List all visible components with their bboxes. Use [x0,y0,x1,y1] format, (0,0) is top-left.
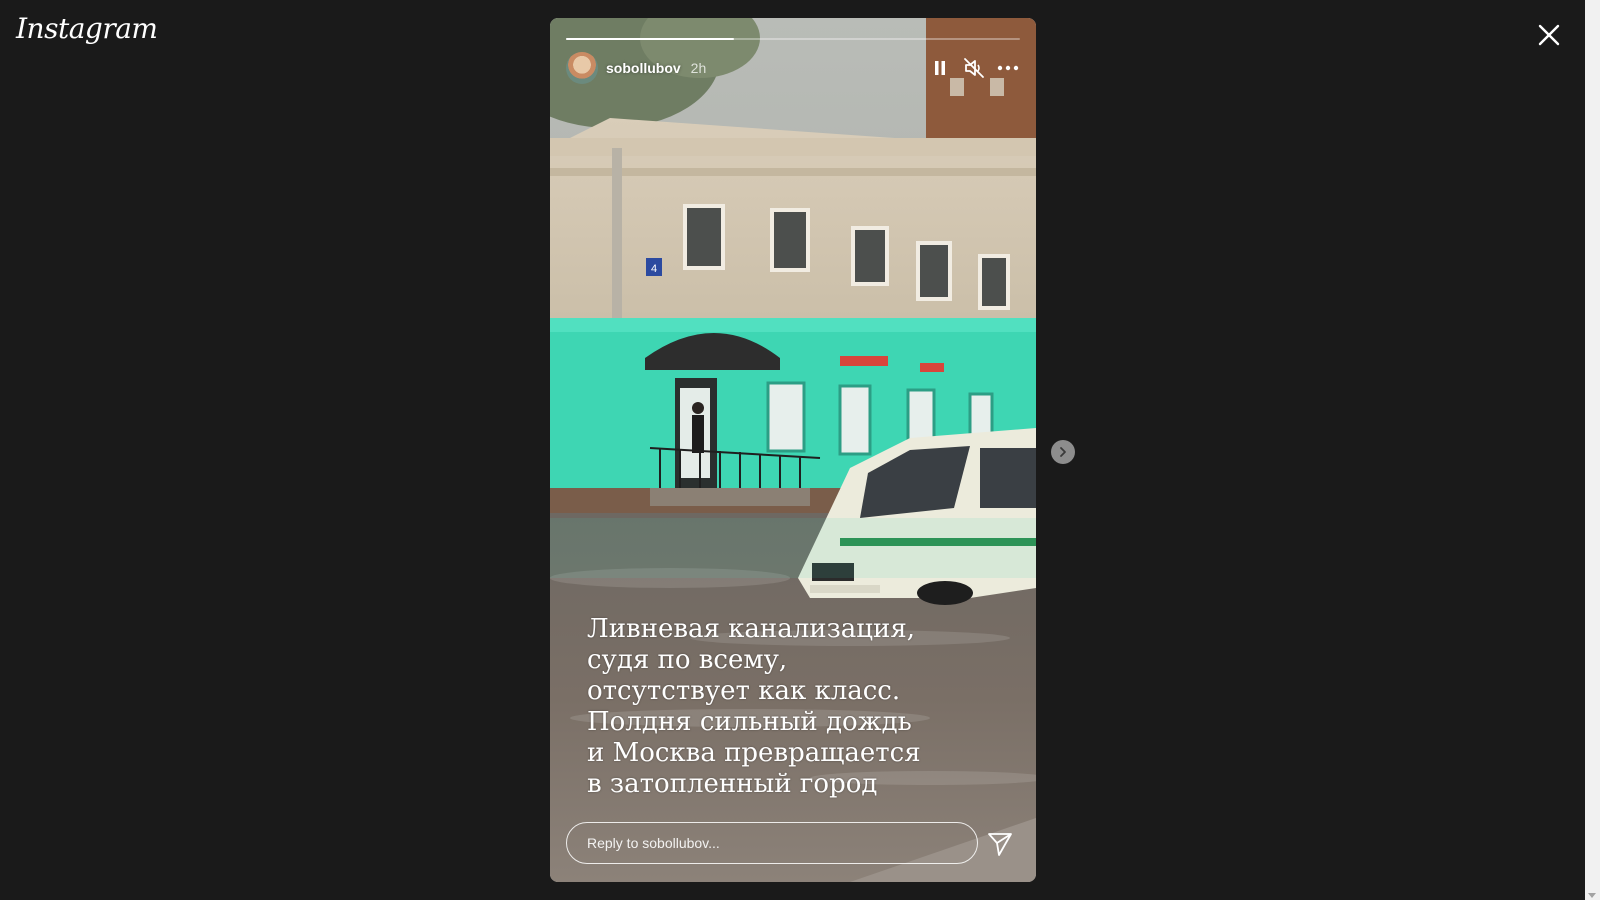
close-icon [1538,24,1560,46]
pause-button[interactable] [928,56,952,80]
avatar[interactable] [566,52,598,84]
more-options-icon [997,65,1019,71]
story-caption: Ливневая канализация, судя по всему, отс… [587,614,921,799]
close-button[interactable] [1536,22,1562,48]
muted-speaker-icon [964,58,984,78]
next-story-button[interactable] [1051,440,1075,464]
reply-input[interactable] [566,822,978,864]
instagram-logo[interactable]: Instagram [16,12,158,45]
send-icon [988,833,1012,856]
page-scrollbar[interactable] [1585,0,1600,900]
chevron-right-icon [1060,447,1066,457]
story-timestamp: 2h [690,60,707,76]
story-username[interactable]: sobollubov [606,60,681,76]
story-progress-fill [566,38,734,40]
scene-sign-number: 4 [651,263,657,275]
story-controls [928,56,1020,80]
story-viewer[interactable]: 4 sobollubov 2h Ливневая канализация, су… [550,18,1036,882]
scroll-down-arrow-icon[interactable] [1588,893,1596,898]
story-header: sobollubov 2h [566,52,1020,84]
mute-button[interactable] [962,56,986,80]
send-button[interactable] [986,830,1014,858]
more-options-button[interactable] [996,56,1020,80]
story-progress-bar [566,38,1020,40]
pause-icon [935,61,945,75]
